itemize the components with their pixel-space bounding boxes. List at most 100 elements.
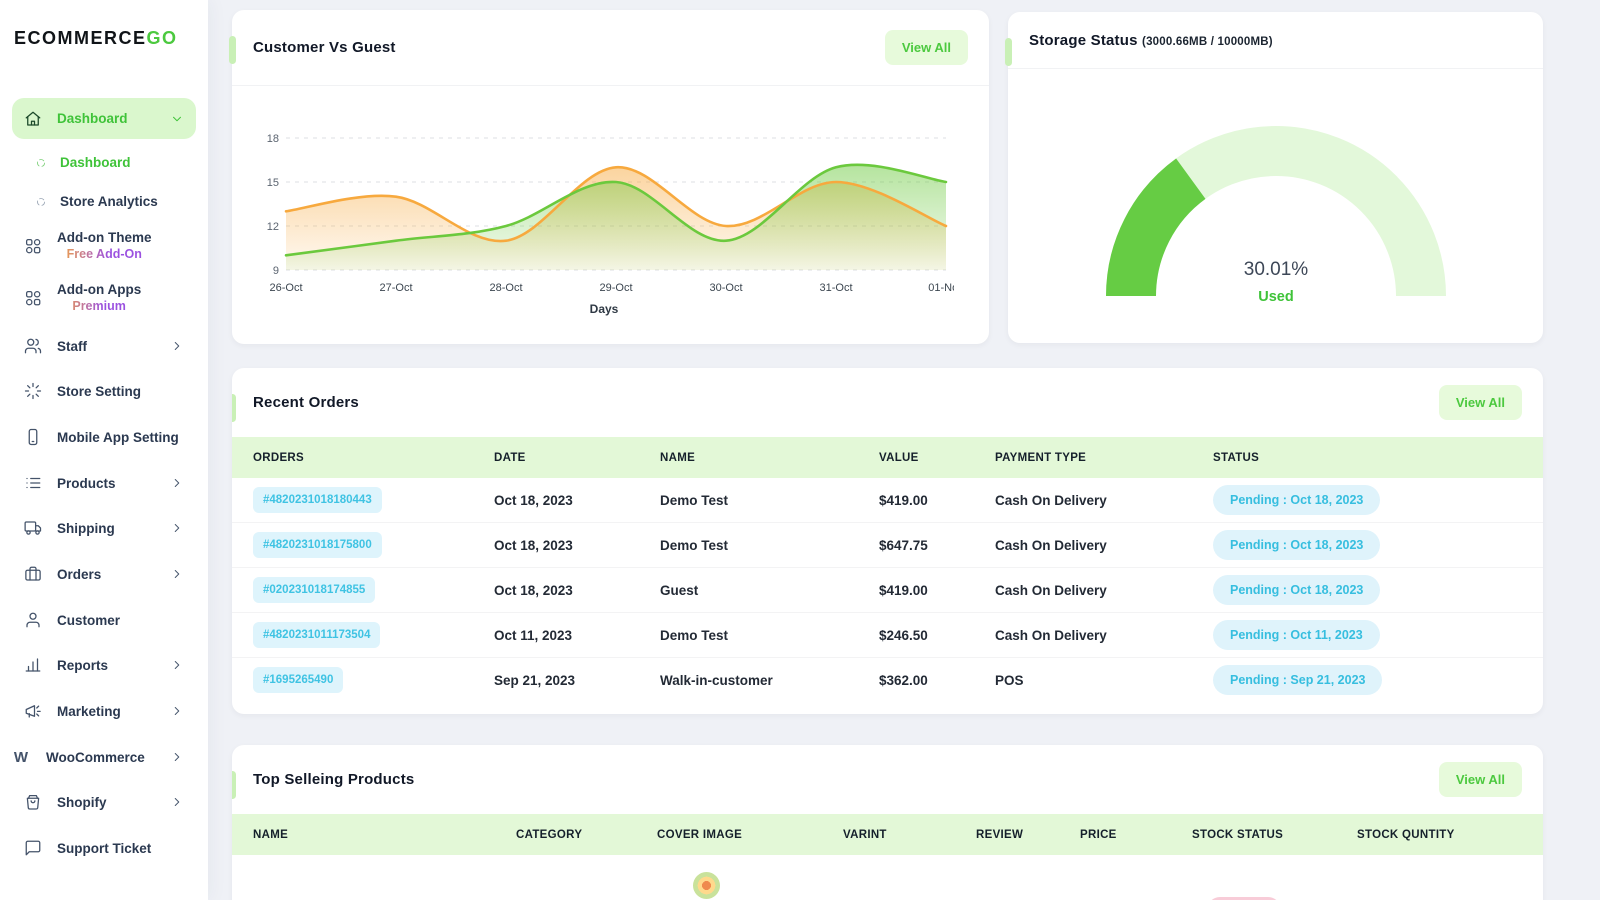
sidebar-item-customer[interactable]: Customer: [12, 601, 196, 639]
woocommerce-icon: W: [12, 749, 30, 766]
column-header: DATE: [494, 452, 660, 464]
sidebar-item-label: Dashboard: [57, 111, 128, 126]
order-id-link[interactable]: #4820231018180443: [253, 487, 382, 513]
order-payment-cell: POS: [995, 673, 1213, 688]
order-value-cell: $419.00: [879, 583, 995, 598]
svg-text:27-Oct: 27-Oct: [379, 282, 412, 294]
column-header: REVIEW: [976, 829, 1080, 841]
order-status-cell: Pending : Sep 21, 2023: [1213, 665, 1543, 695]
svg-text:29-Oct: 29-Oct: [599, 282, 632, 294]
sidebar-item-marketing[interactable]: Marketing: [12, 692, 196, 730]
chevron-right-icon: [170, 750, 184, 764]
column-header: STOCK QUNTITY: [1357, 829, 1543, 841]
sidebar-item-mobile-app-setting[interactable]: Mobile App Setting: [12, 418, 196, 456]
order-id-cell: #4820231011173504: [253, 622, 494, 648]
products-table-header: NAMECATEGORYCOVER IMAGEVARINTREVIEWPRICE…: [232, 814, 1543, 855]
sidebar-item-orders[interactable]: Orders: [12, 555, 196, 593]
chevron-right-icon: [170, 339, 184, 353]
order-row: #4820231011173504Oct 11, 2023Demo Test$2…: [232, 613, 1543, 658]
card-title: Recent Orders: [253, 394, 359, 411]
view-all-button[interactable]: View All: [1439, 385, 1522, 420]
column-header: COVER IMAGE: [657, 829, 843, 841]
svg-text:9: 9: [273, 265, 279, 277]
order-id-cell: #4820231018180443: [253, 487, 494, 513]
megaphone-icon: [24, 702, 42, 720]
view-all-button[interactable]: View All: [1439, 762, 1522, 797]
logo-accent: GO: [147, 28, 178, 48]
sidebar-subitem-store-analytics[interactable]: Store Analytics: [12, 182, 196, 220]
sidebar-item-label: Orders: [57, 567, 101, 582]
card-header: Top Selleing Products View All: [232, 745, 1543, 814]
customer-vs-guest-card: Customer Vs Guest View All 912151826-Oct…: [232, 10, 989, 344]
svg-text:30-Oct: 30-Oct: [709, 282, 742, 294]
addon-badge: Premium: [57, 298, 141, 315]
order-value-cell: $362.00: [879, 673, 995, 688]
sidebar-item-addon-apps[interactable]: Add-on Apps Premium: [12, 278, 196, 318]
storage-status-card: Storage Status (3000.66MB / 10000MB) 30.…: [1008, 12, 1543, 343]
loader-icon: [24, 382, 42, 400]
sidebar-item-woocommerce[interactable]: W WooCommerce: [12, 738, 196, 776]
order-payment-cell: Cash On Delivery: [995, 583, 1213, 598]
sidebar-item-support-ticket[interactable]: Support Ticket: [12, 829, 196, 867]
order-name-cell: Demo Test: [660, 538, 879, 553]
column-header: ORDERS: [253, 452, 494, 464]
sidebar-item-label: Add-on Apps: [57, 281, 141, 298]
order-status-cell: Pending : Oct 18, 2023: [1213, 485, 1543, 515]
sidebar-item-shipping[interactable]: Shipping: [12, 509, 196, 547]
chevron-down-icon: [170, 112, 184, 126]
order-value-cell: $419.00: [879, 493, 995, 508]
storage-used-label: Used: [1258, 289, 1293, 305]
addon-badge: Free Add-On: [57, 246, 152, 263]
sidebar-item-reports[interactable]: Reports: [12, 646, 196, 684]
app-root: ECOMMERCEGO Dashboard Dashboard Store An…: [0, 0, 1600, 900]
truck-icon: [24, 519, 42, 537]
svg-text:18: 18: [267, 133, 279, 145]
briefcase-icon: [24, 565, 42, 583]
logo[interactable]: ECOMMERCEGO: [14, 28, 178, 49]
order-id-link[interactable]: #4820231018175800: [253, 532, 382, 558]
sidebar-item-shopify[interactable]: Shopify: [12, 783, 196, 821]
column-header: NAME: [253, 829, 516, 841]
column-header: STATUS: [1213, 452, 1543, 464]
order-date-cell: Oct 18, 2023: [494, 538, 660, 553]
sidebar-fade: [0, 862, 208, 900]
order-date-cell: Oct 18, 2023: [494, 493, 660, 508]
chevron-right-icon: [170, 521, 184, 535]
sidebar-item-label: Products: [57, 476, 116, 491]
order-id-link[interactable]: #4820231011173504: [253, 622, 380, 648]
sidebar-item-products[interactable]: Products: [12, 464, 196, 502]
sidebar-item-store-setting[interactable]: Store Setting: [12, 372, 196, 410]
sidebar-item-label: Support Ticket: [57, 841, 151, 856]
sidebar-item-addon-theme[interactable]: Add-on Theme Free Add-On: [12, 226, 196, 266]
home-icon: [24, 110, 42, 128]
bar-chart-icon: [24, 656, 42, 674]
svg-text:26-Oct: 26-Oct: [269, 282, 302, 294]
sidebar-item-label: WooCommerce: [46, 750, 145, 765]
sidebar-item-dashboard[interactable]: Dashboard: [12, 98, 196, 139]
order-payment-cell: Cash On Delivery: [995, 538, 1213, 553]
view-all-button[interactable]: View All: [885, 30, 968, 65]
order-status-cell: Pending : Oct 18, 2023: [1213, 575, 1543, 605]
order-id-link[interactable]: #020231018174855: [253, 577, 375, 603]
sidebar-subitem-dashboard[interactable]: Dashboard: [12, 143, 196, 181]
sidebar-item-label: Reports: [57, 658, 108, 673]
column-header: PRICE: [1080, 829, 1192, 841]
order-date-cell: Sep 21, 2023: [494, 673, 660, 688]
card-header: Customer Vs Guest View All: [232, 10, 989, 86]
smartphone-icon: [24, 428, 42, 446]
orders-table-body: #4820231018180443Oct 18, 2023Demo Test$4…: [232, 478, 1543, 702]
sidebar-item-label: Staff: [57, 339, 87, 354]
circle-icon: [35, 195, 47, 207]
svg-text:31-Oct: 31-Oct: [819, 282, 852, 294]
sidebar-item-label: Store Setting: [57, 384, 141, 399]
sidebar-item-staff[interactable]: Staff: [12, 327, 196, 365]
card-header: Recent Orders View All: [232, 368, 1543, 437]
order-id-link[interactable]: #1695265490: [253, 667, 343, 693]
order-id-cell: #020231018174855: [253, 577, 494, 603]
column-header: VALUE: [879, 452, 995, 464]
card-header: Storage Status (3000.66MB / 10000MB): [1008, 12, 1543, 69]
card-title: Top Selleing Products: [253, 771, 414, 788]
order-status-badge: Pending : Oct 11, 2023: [1213, 620, 1380, 650]
sidebar-item-label: Mobile App Setting: [57, 430, 179, 445]
order-id-cell: #1695265490: [253, 667, 494, 693]
